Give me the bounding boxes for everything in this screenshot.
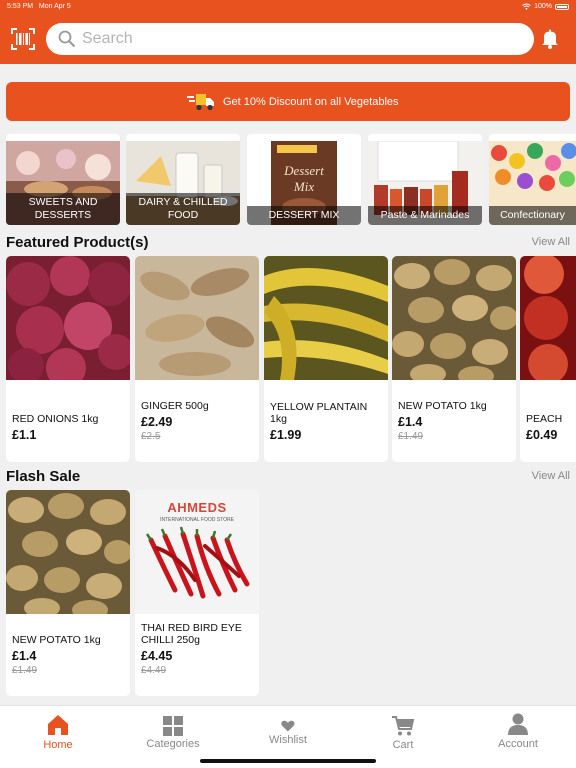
svg-text:Dessert: Dessert [283, 163, 324, 178]
red-onions-image [6, 256, 130, 380]
product-old-price: £1.49 [12, 665, 38, 676]
search-placeholder: Search [82, 30, 133, 47]
category-label: SWEETS AND DESSERTS [6, 193, 120, 225]
product-name: YELLOW PLANTAIN 1kg [270, 401, 368, 425]
nav-home-label: Home [43, 739, 73, 751]
product-info: THAI RED BIRD EYE CHILLI 250g £4.45 £4.4… [141, 622, 255, 676]
product-price: £0.49 [526, 428, 558, 442]
new-potato-image [392, 256, 516, 380]
battery-icon [555, 3, 569, 10]
product-info: NEW POTATO 1kg £1.4 £1.49 [398, 400, 512, 442]
product-info: RED ONIONS 1kg £1.1 [12, 413, 126, 442]
flash-card-new-potato[interactable]: NEW POTATO 1kg £1.4 £1.49 [6, 490, 130, 696]
grid-icon [163, 716, 183, 736]
flash-sale-title: Flash Sale [6, 468, 81, 485]
ginger-image [135, 256, 259, 380]
nav-home[interactable]: Home [18, 706, 98, 761]
product-card-yellow-plantain[interactable]: YELLOW PLANTAIN 1kg £1.99 [264, 256, 388, 462]
bell-icon[interactable] [541, 29, 559, 49]
product-info: NEW POTATO 1kg £1.4 £1.49 [12, 634, 126, 676]
product-info: PEACH £0.49 [526, 413, 572, 442]
plantain-image [264, 256, 388, 380]
nav-categories[interactable]: Categories [133, 706, 213, 761]
category-label: DAIRY & CHILLED FOOD [126, 193, 240, 225]
category-dessert-mix[interactable]: Dessert Mix DESSERT MIX [247, 134, 361, 225]
nav-categories-label: Categories [146, 738, 200, 750]
category-label: Confectionary [489, 206, 576, 225]
nav-account[interactable]: Account [478, 706, 558, 761]
nav-cart-label: Cart [392, 739, 414, 751]
home-icon [48, 715, 68, 735]
product-card-new-potato[interactable]: NEW POTATO 1kg £1.4 £1.49 [392, 256, 516, 462]
product-name: THAI RED BIRD EYE CHILLI 250g [141, 622, 242, 646]
product-card-peach[interactable]: PEACH £0.49 [520, 256, 576, 462]
new-potato-image [6, 490, 130, 614]
product-old-price: £1.49 [398, 431, 424, 442]
nav-cart[interactable]: Cart [363, 706, 443, 761]
search-bar[interactable]: Search [46, 23, 534, 55]
product-price: £2.49 [141, 415, 173, 429]
category-confectionary[interactable]: Confectionary [489, 134, 576, 225]
status-right: 100% [522, 3, 569, 10]
product-price: £4.45 [141, 649, 173, 663]
category-sweets-and-desserts[interactable]: SWEETS AND DESSERTS [6, 134, 120, 225]
app-header: 5:53 PM Mon Apr 5 100% Search [0, 0, 576, 64]
barcode-scanner-icon[interactable] [11, 28, 35, 50]
delivery-truck-icon [187, 94, 214, 111]
product-name: NEW POTATO 1kg [12, 634, 101, 646]
nav-wishlist-label: Wishlist [269, 734, 307, 746]
product-name: GINGER 500g [141, 400, 209, 412]
home-indicator[interactable] [200, 759, 376, 763]
product-card-red-onions[interactable]: RED ONIONS 1kg £1.1 [6, 256, 130, 462]
person-icon [508, 713, 528, 735]
product-price: £1.4 [398, 415, 423, 429]
category-paste-and-marinades[interactable]: Paste & Marinades [368, 134, 482, 225]
cart-icon [392, 716, 415, 736]
product-name: NEW POTATO 1kg [398, 400, 487, 412]
product-price: £1.4 [12, 649, 37, 663]
nav-wishlist[interactable]: Wishlist [248, 706, 328, 761]
category-label: DESSERT MIX [247, 206, 361, 225]
product-old-price: £4.49 [141, 665, 167, 676]
discount-banner[interactable]: Get 10% Discount on all Vegetables [6, 82, 570, 121]
product-old-price: £2.5 [141, 431, 161, 442]
product-price: £1.99 [270, 428, 302, 442]
category-dairy-and-chilled-food[interactable]: DAIRY & CHILLED FOOD [126, 134, 240, 225]
search-icon [58, 30, 76, 48]
flash-card-thai-chilli[interactable]: AHMEDS INTERNATIONAL FOOD STORE THAI RED… [135, 490, 259, 696]
product-info: GINGER 500g £2.49 £2.5 [141, 400, 255, 442]
banner-text: Get 10% Discount on all Vegetables [223, 96, 399, 108]
peach-image [520, 256, 576, 380]
status-time: 5:53 PM Mon Apr 5 [7, 3, 71, 10]
store-logo-name: AHMEDS [167, 500, 227, 515]
category-label: Paste & Marinades [368, 206, 482, 225]
product-name: PEACH [526, 413, 563, 425]
product-name: RED ONIONS 1kg [12, 413, 99, 425]
time-text: 5:53 PM [7, 3, 34, 10]
nav-account-label: Account [498, 738, 538, 750]
wifi-icon [522, 3, 531, 10]
featured-title: Featured Product(s) [6, 234, 149, 251]
store-logo-subtitle: INTERNATIONAL FOOD STORE [160, 517, 234, 523]
date-text: Mon Apr 5 [38, 3, 71, 10]
product-info: YELLOW PLANTAIN 1kg £1.99 [270, 401, 384, 442]
store-logo: AHMEDS INTERNATIONAL FOOD STORE [135, 500, 259, 523]
svg-text:Mix: Mix [293, 179, 314, 194]
battery-percent: 100% [534, 3, 552, 10]
featured-view-all-link[interactable]: View All [532, 236, 570, 248]
product-card-ginger[interactable]: GINGER 500g £2.49 £2.5 [135, 256, 259, 462]
status-bar: 5:53 PM Mon Apr 5 100% [0, 2, 576, 14]
product-price: £1.1 [12, 428, 37, 442]
flash-sale-view-all-link[interactable]: View All [532, 470, 570, 482]
